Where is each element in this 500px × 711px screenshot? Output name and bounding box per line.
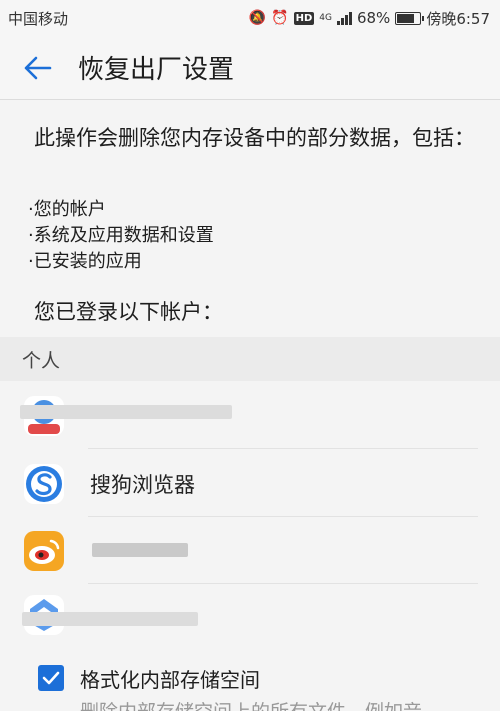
format-storage-checkbox[interactable] bbox=[38, 665, 64, 691]
account-row bbox=[0, 517, 500, 584]
sogou-browser-icon bbox=[24, 463, 64, 504]
hd-badge: HD bbox=[293, 11, 315, 25]
format-storage-option[interactable]: 格式化内部存储空间 bbox=[0, 658, 500, 698]
section-header-personal: 个人 bbox=[0, 337, 500, 381]
carrier-label: 中国移动 bbox=[8, 9, 69, 28]
format-storage-label: 格式化内部存储空间 bbox=[80, 667, 260, 692]
app-bar: 恢复出厂设置 bbox=[0, 36, 500, 100]
format-storage-description: 删除内部存储空间上的所有文件，例如音 bbox=[80, 701, 500, 711]
account-name: 搜狗浏览器 bbox=[90, 472, 195, 497]
status-bar: 中国移动 🔕 ⏰ HD 4G 68% 傍晚6:57 bbox=[0, 0, 500, 36]
divider bbox=[88, 583, 478, 584]
battery-icon bbox=[395, 11, 425, 25]
clock: 傍晚6:57 bbox=[426, 9, 490, 28]
data-list: ·您的帐户 ·系统及应用数据和设置 ·已安装的应用 bbox=[28, 197, 214, 275]
redaction-mask bbox=[92, 543, 188, 557]
account-row: 搜狗浏览器 bbox=[0, 450, 500, 517]
list-item: ·已安装的应用 bbox=[28, 251, 142, 272]
list-item: ·系统及应用数据和设置 bbox=[28, 225, 214, 246]
redaction-mask bbox=[22, 612, 198, 626]
weibo-icon bbox=[24, 530, 64, 571]
redaction-mask bbox=[20, 405, 232, 419]
back-arrow-icon[interactable] bbox=[18, 48, 58, 88]
page-title: 恢复出厂设置 bbox=[78, 55, 235, 85]
accounts-label: 您已登录以下帐户： bbox=[34, 300, 223, 324]
mute-icon: 🔕 bbox=[248, 10, 267, 26]
warning-description: 此操作会删除您内存设备中的部分数据，包括： bbox=[34, 126, 475, 150]
network-type: 4G bbox=[319, 13, 332, 23]
alarm-icon: ⏰ bbox=[271, 10, 289, 26]
list-item: ·您的帐户 bbox=[28, 199, 106, 220]
divider bbox=[88, 448, 478, 449]
battery-percent: 68% bbox=[356, 9, 391, 27]
status-icons: 🔕 ⏰ HD 4G 68% 傍晚6:57 bbox=[249, 8, 490, 29]
signal-icon bbox=[336, 11, 352, 25]
